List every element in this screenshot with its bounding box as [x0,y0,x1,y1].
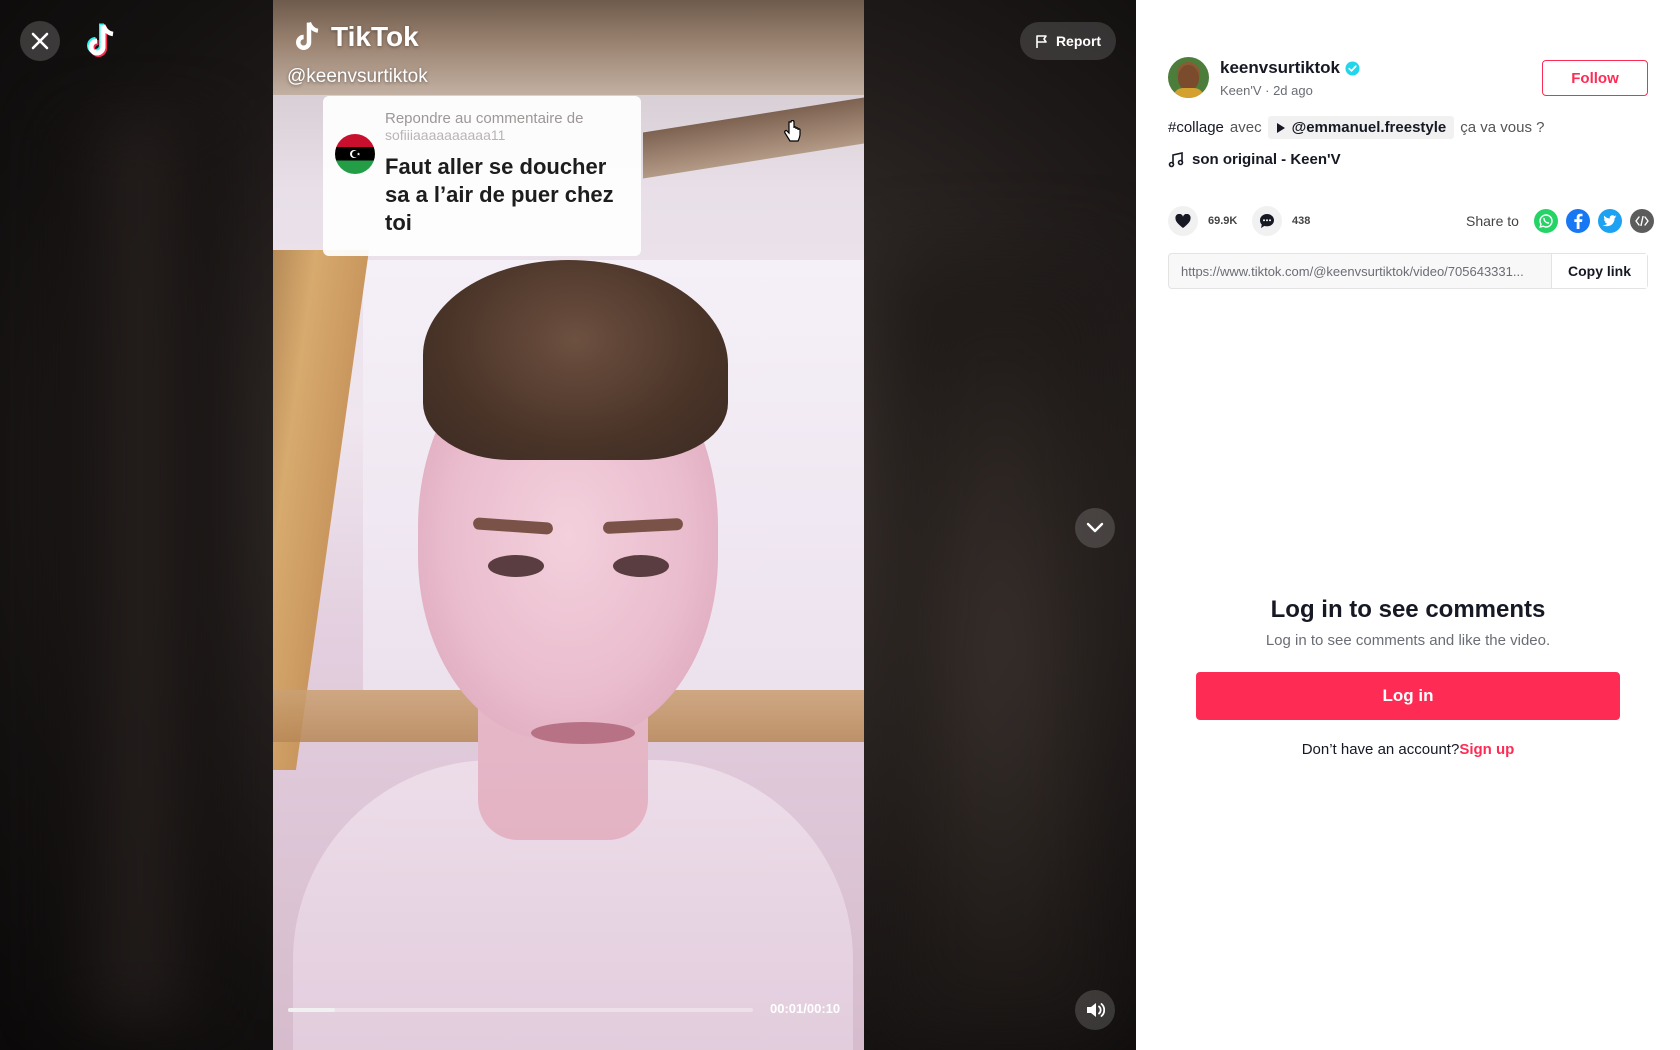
signup-prompt: Don’t have an account?Sign up [1136,741,1680,758]
author-username-text: keenvsurtiktok [1220,58,1340,77]
heart-icon [1175,213,1191,228]
tiktok-logo-icon[interactable] [86,22,120,60]
watermark-handle: @keenvsurtiktok [287,66,428,87]
no-account-text: Don’t have an account? [1301,741,1460,758]
report-label: Report [1055,33,1102,49]
music-title: son original - Keen'V [1192,151,1341,168]
close-button[interactable] [20,21,60,61]
libya-flag-icon [350,150,361,158]
engagement-row: 69.9K 438 Share to [1168,206,1654,236]
share-link-box: https://www.tiktok.com/@keenvsurtiktok/v… [1168,253,1648,289]
video-watermark: TikTok [293,20,419,54]
music-link[interactable]: son original - Keen'V [1168,151,1341,168]
music-note-icon [1168,151,1184,167]
caption-word: avec [1229,119,1262,136]
author-username[interactable]: keenvsurtiktok [1220,58,1360,78]
video-progress-bar[interactable] [288,1008,753,1012]
embed-icon[interactable] [1630,209,1654,233]
play-icon [1276,122,1285,133]
volume-button[interactable] [1075,990,1115,1030]
blurred-background [60,120,220,1020]
share-link-url[interactable]: https://www.tiktok.com/@keenvsurtiktok/v… [1169,264,1551,279]
caption-trailing: ça va vous ? [1460,119,1545,136]
like-stat: 69.9K [1168,206,1237,236]
comments-login-title: Log in to see comments [1270,596,1546,623]
comment-button[interactable] [1252,206,1282,236]
side-panel: keenvsurtiktok Keen'V · 2d ago Follow #c… [1136,0,1680,1050]
caption-mention-text: @emmanuel.freestyle [1291,119,1447,136]
follow-button[interactable]: Follow [1542,60,1648,96]
share-label: Share to [1466,213,1519,229]
video-frame[interactable]: TikTok @keenvsurtiktok Repondre au comme… [273,0,864,1050]
video-scene-window-top [643,97,864,179]
login-button[interactable]: Log in [1196,672,1620,720]
next-video-button[interactable] [1075,508,1115,548]
video-person-mouth [531,722,635,744]
blurred-background-right [880,260,1120,1040]
video-person-eye [488,555,544,577]
report-button[interactable]: Report [1020,22,1116,60]
twitter-icon[interactable] [1598,209,1622,233]
reply-username: sofiiiaaaaaaaaaa11 [385,127,506,143]
author-meta: Keen'V · 2d ago [1220,83,1313,98]
video-player-area: Report TikTok @keenvsurtiktok Repondre a… [0,0,1136,1050]
reply-comment-text: Faut aller se doucher sa a l’air de puer… [385,154,614,235]
verified-badge-icon [1345,60,1360,76]
caption-hashtag[interactable]: #collage [1168,119,1224,136]
signup-link[interactable]: Sign up [1459,741,1514,758]
caption-mention[interactable]: @emmanuel.freestyle [1267,116,1455,139]
reply-comment-card: Repondre au commentaire de sofiiiaaaaaaa… [323,96,641,256]
video-caption: #collage avec @emmanuel.freestyle ça va … [1168,116,1545,139]
copy-link-button[interactable]: Copy link [1551,254,1647,288]
volume-icon [1087,1003,1105,1017]
reply-label: Repondre au commentaire de [385,110,584,127]
cursor-icon [784,120,801,142]
facebook-icon[interactable] [1566,209,1590,233]
reply-avatar [335,134,375,174]
flag-icon [1036,34,1047,48]
tiktok-logo-icon [296,21,319,50]
like-button[interactable] [1168,206,1198,236]
avatar[interactable] [1168,57,1209,98]
avatar-shirt [1173,88,1204,98]
comment-icon [1260,214,1274,228]
comments-login-subtitle: Log in to see comments and like the vide… [1265,632,1551,649]
video-time-readout: 00:01/00:10 [770,1001,841,1016]
video-progress-fill [288,1008,335,1012]
video-person-eye [613,555,669,577]
whatsapp-icon[interactable] [1534,209,1558,233]
like-count: 69.9K [1208,215,1238,227]
chevron-down-icon [1086,522,1104,533]
watermark-brand: TikTok [331,21,419,52]
close-icon [31,32,49,50]
comment-stat: 438 [1252,206,1310,236]
comment-count: 438 [1292,215,1311,227]
